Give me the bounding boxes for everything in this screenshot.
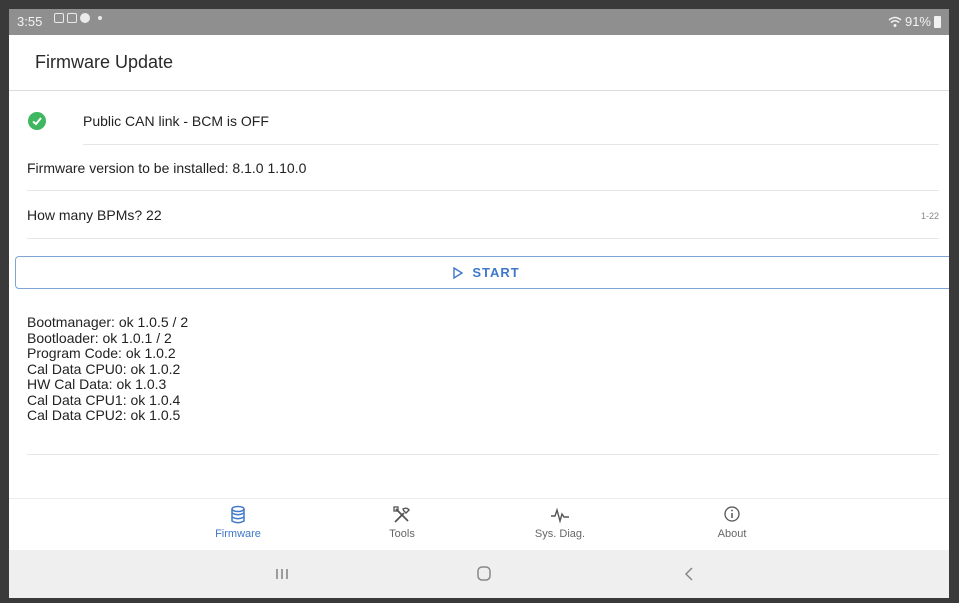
bottom-navigation: Firmware Tools Sys. Diag. About — [9, 498, 949, 550]
result-line: Bootloader: ok 1.0.1 / 2 — [27, 329, 172, 346]
notification-icon — [54, 13, 64, 23]
bpm-value[interactable]: 22 — [146, 207, 162, 223]
more-dot-icon — [98, 16, 102, 20]
bpm-range-hint: 1-22 — [920, 211, 939, 221]
nav-firmware[interactable]: Firmware — [193, 505, 283, 540]
screen: 3:55 91% Firmware Update Public CAN link… — [9, 9, 949, 598]
nav-sys-diag[interactable]: Sys. Diag. — [515, 505, 605, 540]
status-notification-icons — [54, 13, 102, 23]
result-line: Cal Data CPU0: ok 1.0.2 — [27, 360, 181, 377]
recents-icon — [276, 569, 288, 579]
device-frame: 3:55 91% Firmware Update Public CAN link… — [0, 0, 959, 603]
nav-tools[interactable]: Tools — [357, 505, 447, 540]
status-right: 91% — [888, 14, 941, 29]
nav-about[interactable]: About — [687, 505, 777, 540]
bpm-input-row[interactable]: How many BPMs? 22 1-22 — [27, 191, 939, 239]
pulse-icon — [515, 505, 605, 527]
app-bar: Firmware Update — [9, 35, 949, 91]
result-line: Cal Data CPU2: ok 1.0.5 — [27, 407, 181, 423]
result-line: HW Cal Data: ok 1.0.3 — [27, 376, 167, 392]
status-bar: 3:55 91% — [9, 9, 949, 35]
update-results: Bootmanager: ok 1.0.5 / 2 Bootloader: ok… — [27, 314, 939, 455]
page-title: Firmware Update — [35, 52, 174, 72]
nav-tools-label: Tools — [389, 528, 415, 540]
home-button[interactable] — [464, 562, 504, 586]
firmware-version-row: Firmware version to be installed: 8.1.0 … — [27, 145, 939, 191]
app-icon — [80, 13, 90, 23]
nav-firmware-label: Firmware — [215, 528, 261, 540]
database-icon — [193, 505, 283, 527]
nav-sys-diag-label: Sys. Diag. — [534, 528, 586, 540]
result-line: Program Code: ok 1.0.2 — [27, 345, 176, 361]
back-icon — [684, 567, 693, 581]
can-status-label: Public CAN link - BCM is OFF — [83, 113, 269, 129]
home-icon — [477, 566, 491, 581]
status-time: 3:55 — [17, 14, 43, 29]
system-navigation-bar — [9, 550, 949, 598]
play-outline-icon — [453, 266, 464, 279]
tools-icon — [357, 505, 447, 527]
result-line: Cal Data CPU1: ok 1.0.4 — [27, 391, 181, 408]
bpm-field[interactable]: How many BPMs? 22 — [27, 207, 162, 223]
firmware-version-label: Firmware version to be installed: 8.1.0 … — [27, 160, 307, 176]
result-line: Bootmanager: ok 1.0.5 / 2 — [27, 314, 189, 330]
start-button-label: START — [472, 265, 520, 280]
nav-about-label: About — [717, 528, 747, 540]
start-button[interactable]: START — [15, 256, 949, 289]
wifi-icon — [888, 16, 902, 27]
battery-percent: 91% — [904, 14, 931, 29]
recents-button[interactable] — [262, 562, 302, 586]
can-status-row: Public CAN link - BCM is OFF — [83, 97, 939, 145]
check-circle-icon — [28, 112, 46, 130]
back-button[interactable] — [669, 562, 709, 586]
bpm-label: How many BPMs? — [27, 207, 143, 223]
media-icon — [67, 13, 77, 23]
battery-icon — [934, 15, 941, 28]
info-icon — [687, 505, 777, 527]
